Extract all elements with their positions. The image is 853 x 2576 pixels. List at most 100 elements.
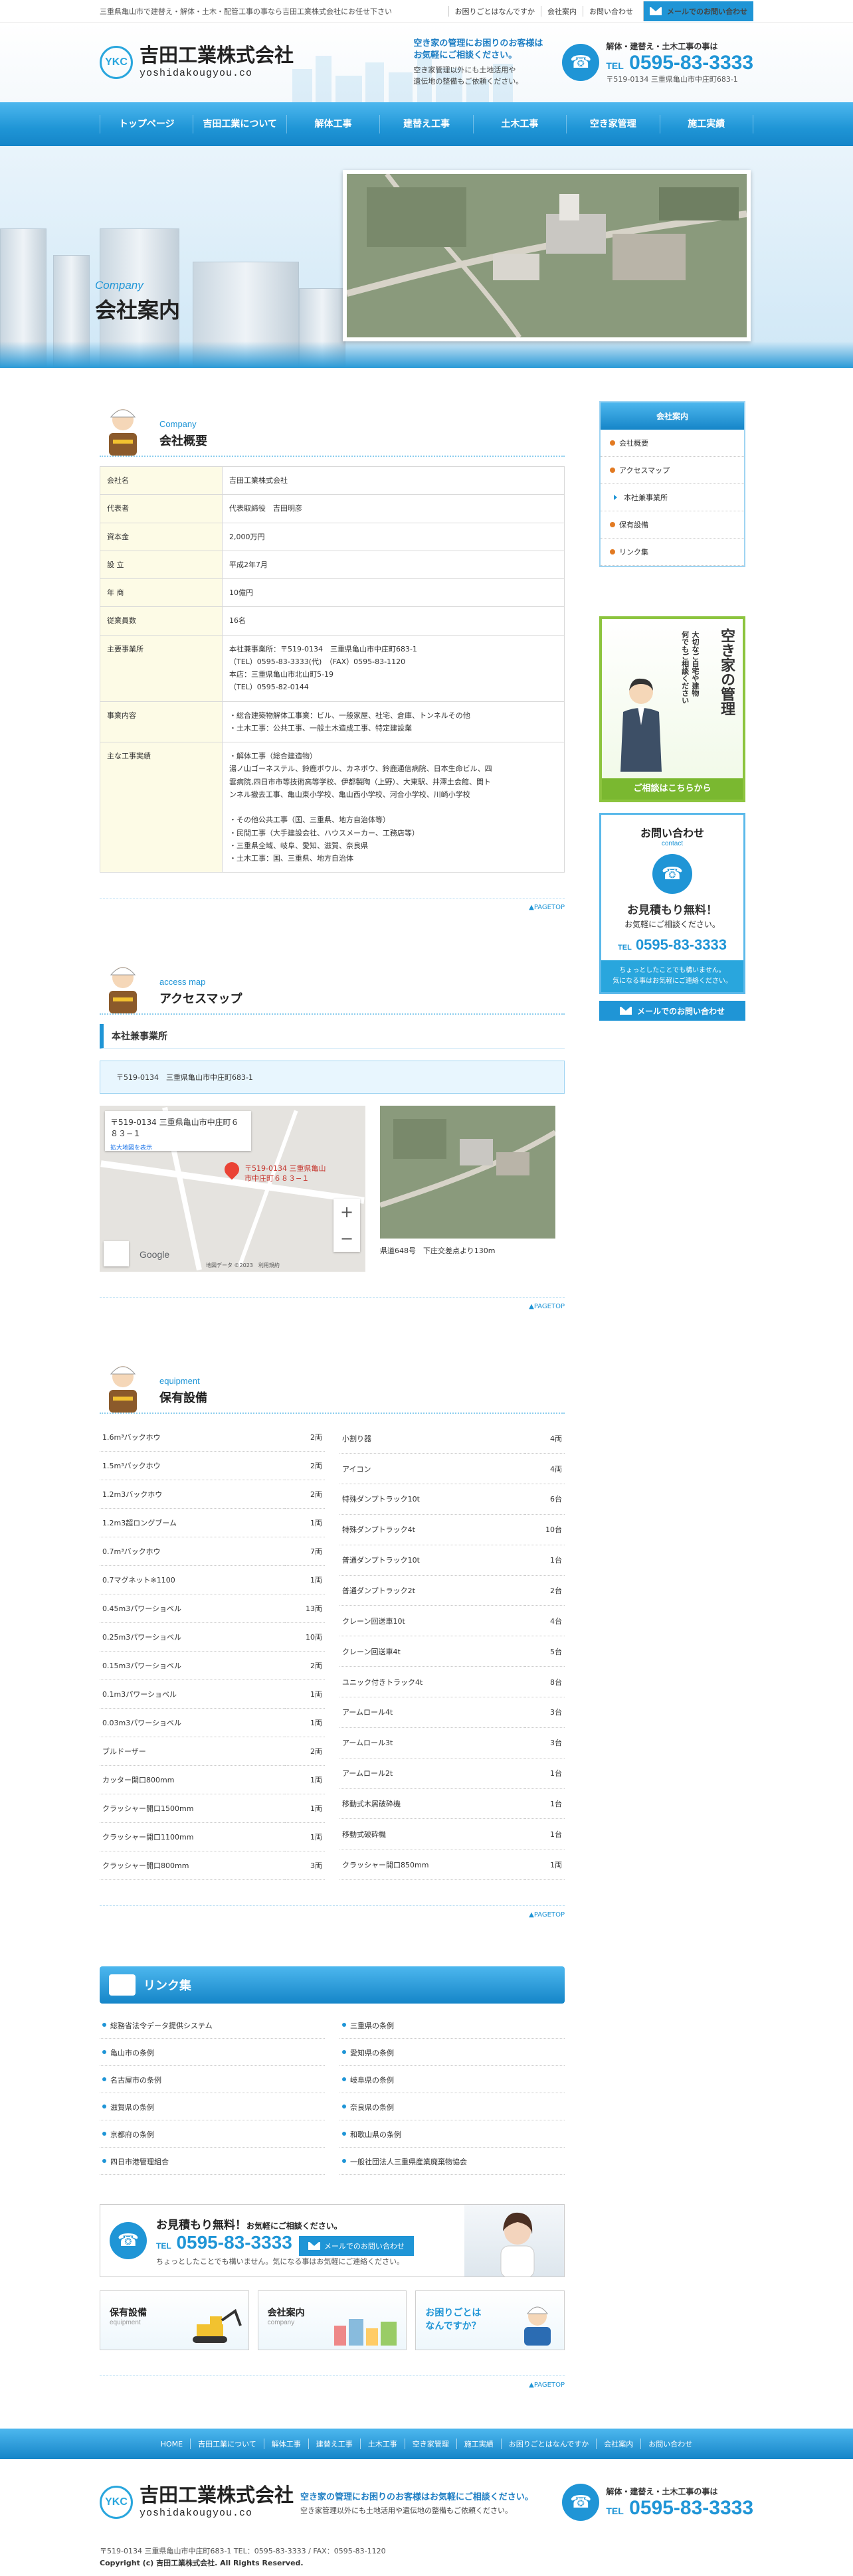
footer-nav-item[interactable]: 会社案内 xyxy=(596,2439,640,2450)
mini-banner-company[interactable]: 会社案内 company xyxy=(257,2290,407,2351)
akiya-button[interactable]: ご相談はこちらから xyxy=(602,778,743,800)
pagetop-label[interactable]: ▲PAGETOP xyxy=(529,904,565,911)
pagetop-link[interactable]: ▲PAGETOP xyxy=(100,1297,565,1310)
mini-banner-trouble[interactable]: お困りごとは なんですか？ xyxy=(415,2290,565,2351)
link-lists: 総務省法令データ提供システム 亀山市の条例 名古屋市の条例 滋賀県の条例 京都府の条例四… xyxy=(100,2012,565,2176)
hero-aerial-photo xyxy=(343,170,751,341)
top-links: お困りごとはなんですか 会社案内 お問い合わせ メールでのお問い合わせ xyxy=(448,1,753,21)
contact-banner[interactable]: ☎ お見積もり無料！お気軽にご相談ください。 TEL 0595-83-3333 メ… xyxy=(100,2204,565,2278)
footer-nav-item[interactable]: 解体工事 xyxy=(263,2439,308,2450)
nav-demolition[interactable]: 解体工事 xyxy=(287,115,381,133)
equipment-table-right: 小割り器 4両 アイコン 4両 特殊ダンプトラック10t 6台 特殊ダンプトラック4t 10台… xyxy=(339,1423,565,1881)
equipment-name: 0.45m3パワーショベル xyxy=(100,1594,285,1624)
link-item[interactable]: 三重県の条例 xyxy=(339,2012,565,2039)
worker-icon xyxy=(524,2306,551,2346)
equipment-name: ブルドーザー xyxy=(100,1737,285,1766)
side-menu-item-access[interactable]: アクセスマップ xyxy=(601,457,744,484)
contact-banner-tel[interactable]: TEL 0595-83-3333 xyxy=(156,2232,292,2253)
tel-number[interactable]: TEL 0595-83-3333 xyxy=(606,2497,753,2519)
bullet-icon xyxy=(610,468,615,473)
nav-civil[interactable]: 土木工事 xyxy=(474,115,567,133)
link-item[interactable]: 岐阜県の条例 xyxy=(339,2066,565,2094)
top-link-contact[interactable]: お問い合わせ xyxy=(583,6,639,17)
equipment-name: 小割り器 xyxy=(339,1423,525,1454)
tel-lead: 解体・建替え・土木工事の事は xyxy=(606,2487,718,2497)
side-contact-tel[interactable]: TEL 0595-83-3333 xyxy=(608,936,737,954)
footer-nav-item[interactable]: お問い合わせ xyxy=(640,2439,700,2450)
tel-number[interactable]: TEL 0595-83-3333 xyxy=(606,52,753,74)
footer-nav-item[interactable]: HOME xyxy=(153,2440,190,2448)
zoom-out-button[interactable]: − xyxy=(333,1225,360,1252)
link-item[interactable]: 和歌山県の条例 xyxy=(339,2120,565,2148)
page-title-jp: 会社案内 xyxy=(95,298,181,323)
header-message-sub: 空き家管理以外にも土地活用や 遺伝地の整備もご依頼ください。 xyxy=(413,66,523,86)
side-menu-item-office[interactable]: 本社兼事業所 xyxy=(601,484,744,511)
footer-nav-item[interactable]: 吉田工業について xyxy=(190,2439,264,2450)
side-menu-item-equipment[interactable]: 保有設備 xyxy=(601,511,744,539)
equipment-name: アームロール2t xyxy=(339,1758,525,1789)
link-item[interactable]: 一般社団法人三重県産業廃棄物協会 xyxy=(339,2148,565,2176)
nav-vacant-house[interactable]: 空き家管理 xyxy=(567,115,660,133)
top-mail-label: メールでのお問い合わせ xyxy=(667,7,747,16)
google-map[interactable]: 〒519-0134 三重県亀山市中庄町６８３−１ 拡大地図を表示 〒519-01… xyxy=(100,1106,365,1272)
section-title: 会社概要 xyxy=(159,434,207,448)
site-logo[interactable]: YKC 吉田工業株式会社 yoshidakougyou.co xyxy=(100,46,294,79)
pagetop-link[interactable]: ▲PAGETOP xyxy=(100,2375,565,2389)
contact-banner-mail-button[interactable]: メールでのお問い合わせ xyxy=(298,2236,414,2256)
nav-rebuild[interactable]: 建替え工事 xyxy=(380,115,474,133)
footer-logo[interactable]: YKC 吉田工業株式会社 yoshidakougyou.co xyxy=(100,2486,294,2520)
link-item[interactable]: 滋賀県の条例 xyxy=(100,2093,325,2121)
top-mail-button[interactable]: メールでのお問い合わせ xyxy=(643,1,753,21)
pagetop-label[interactable]: ▲PAGETOP xyxy=(529,1911,565,1919)
top-link-trouble[interactable]: お困りごとはなんですか xyxy=(448,6,541,17)
arrow-icon xyxy=(614,495,620,500)
phone-icon: ☎ xyxy=(652,854,692,894)
footer-nav-item[interactable]: お困りごとはなんですか xyxy=(500,2439,596,2450)
link-item[interactable]: 四日市港管理組合 xyxy=(100,2148,325,2176)
footer-nav-item[interactable]: 建替え工事 xyxy=(308,2439,360,2450)
side-menu-item-overview[interactable]: 会社概要 xyxy=(601,430,744,457)
link-item[interactable]: 総務省法令データ提供システム xyxy=(100,2012,325,2039)
equipment-row: アームロール3t 3台 xyxy=(339,1727,565,1759)
zoom-in-button[interactable]: + xyxy=(333,1199,360,1225)
mini-banner-equipment[interactable]: 保有設備 equipment xyxy=(100,2290,249,2351)
side-menu-item-links[interactable]: リンク集 xyxy=(601,539,744,566)
section-en: Company xyxy=(159,419,197,429)
vacant-house-banner[interactable]: 空き家の管理 大切なご自宅や建物 何でもご相談ください ご相談はこちらから xyxy=(599,616,745,802)
equipment-name: 特殊ダンプトラック10t xyxy=(339,1484,525,1515)
link-item[interactable]: 京都府の条例 xyxy=(100,2120,325,2148)
footer-message-lead: 空き家の管理にお困りのお客様はお気軽にご相談ください。 xyxy=(300,2492,533,2502)
company-row: 設 立平成2年7月 xyxy=(100,550,565,580)
page-title-en: Company xyxy=(95,279,143,292)
nav-works[interactable]: 施工実績 xyxy=(660,115,753,133)
map-enlarge-link[interactable]: 拡大地図を表示 xyxy=(110,1143,246,1152)
map-zoom-control[interactable]: + − xyxy=(333,1199,360,1252)
company-row-key: 代表者 xyxy=(100,494,223,523)
link-item[interactable]: 名古屋市の条例 xyxy=(100,2066,325,2094)
footer-nav-item[interactable]: 空き家管理 xyxy=(404,2439,456,2450)
company-name-en: yoshidakougyou.co xyxy=(140,2508,253,2520)
equipment-count: 8台 xyxy=(525,1666,565,1697)
company-row: 代表者 代表取締役 吉田明彦 xyxy=(100,494,565,523)
links-heading: リンク集 xyxy=(100,1966,565,2004)
link-item[interactable]: 愛知県の条例 xyxy=(339,2039,565,2067)
street-view-button[interactable] xyxy=(104,1241,129,1267)
pagetop-label[interactable]: ▲PAGETOP xyxy=(529,1303,565,1310)
worker-mascot-icon xyxy=(109,967,137,1014)
nav-about[interactable]: 吉田工業について xyxy=(193,115,287,133)
top-link-company[interactable]: 会社案内 xyxy=(541,6,583,17)
footer-nav-item[interactable]: 土木工事 xyxy=(359,2439,405,2450)
link-item[interactable]: 奈良県の条例 xyxy=(339,2093,565,2121)
equipment-name: ユニック付きトラック4t xyxy=(339,1666,525,1697)
tel-digits: 0595-83-3333 xyxy=(176,2231,292,2253)
link-item[interactable]: 亀山市の条例 xyxy=(100,2039,325,2067)
side-mail-button[interactable]: メールでのお問い合わせ xyxy=(599,1001,745,1021)
pagetop-link[interactable]: ▲PAGETOP xyxy=(100,898,565,911)
mini-banners: 保有設備 equipment 会社案内 company お困りごとは なんですか？ xyxy=(100,2290,565,2351)
footer-nav-item[interactable]: 施工実績 xyxy=(456,2439,501,2450)
pagetop-link[interactable]: ▲PAGETOP xyxy=(100,1905,565,1919)
nav-top[interactable]: トップページ xyxy=(100,115,194,133)
hero-wave xyxy=(0,341,853,368)
map-info-card: 〒519-0134 三重県亀山市中庄町６８３−１ 拡大地図を表示 xyxy=(105,1111,251,1152)
pagetop-label[interactable]: ▲PAGETOP xyxy=(529,2381,565,2389)
